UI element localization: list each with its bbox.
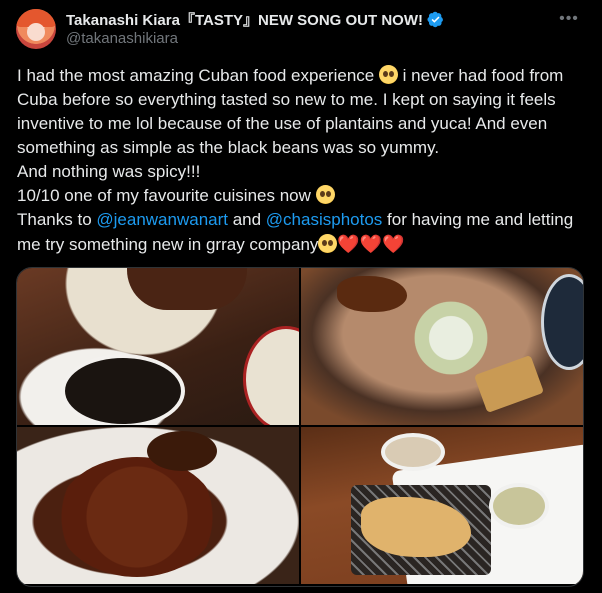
media-grid: [16, 267, 584, 587]
plantain-slice: [147, 431, 217, 471]
tweet-text-segment: Thanks to: [17, 210, 97, 229]
photo-braised-beef-with-plantains[interactable]: [17, 427, 299, 584]
tweet-text-segment: and: [227, 210, 266, 229]
dip-cup: [489, 483, 549, 529]
avatar-face: [27, 23, 45, 41]
tweet-line: Thanks to @jeanwanwanart and @chasisphot…: [17, 208, 587, 257]
black-beans-bowl: [61, 354, 185, 425]
tweet-text-segment: And nothing was spicy!!!: [17, 162, 201, 181]
red-heart-emoji-icon: ❤️: [337, 234, 360, 254]
photo-fried-empanadas-in-basket[interactable]: [301, 427, 583, 584]
side-dish-plate: [243, 326, 299, 425]
red-heart-emoji-icon: ❤️: [359, 234, 383, 254]
steak-shape: [127, 268, 247, 310]
author-name-row[interactable]: Takanashi Kiara『TASTY』NEW SONG OUT NOW!: [66, 9, 444, 30]
tweet-card[interactable]: Takanashi Kiara『TASTY』NEW SONG OUT NOW! …: [0, 0, 602, 593]
tweet-text: I had the most amazing Cuban food experi…: [17, 64, 587, 257]
tweet-text-segment: I had the most amazing Cuban food experi…: [17, 66, 379, 85]
author-display-name[interactable]: Takanashi Kiara『TASTY』NEW SONG OUT NOW!: [66, 9, 423, 30]
pleading-face-emoji-icon: [378, 65, 398, 84]
author-handle[interactable]: @takanashikiara: [66, 30, 178, 47]
mention-link[interactable]: @chasisphotos: [266, 210, 383, 229]
author-avatar[interactable]: [16, 9, 56, 49]
photo-steak-and-black-beans[interactable]: [17, 268, 299, 425]
pleading-face-emoji-icon: [318, 234, 338, 253]
onions-topping: [391, 298, 511, 378]
side-bowl: [541, 274, 583, 370]
sauce-cup: [381, 433, 445, 471]
red-heart-emoji-icon: ❤️: [382, 234, 405, 254]
tweet-line: I had the most amazing Cuban food experi…: [17, 64, 587, 160]
tweet-line: 10/10 one of my favourite cuisines now: [17, 184, 587, 208]
photo-ropa-vieja-with-onions[interactable]: [301, 268, 583, 425]
tweet-text-segment: 10/10 one of my favourite cuisines now: [17, 186, 316, 205]
verified-badge-icon[interactable]: [427, 11, 444, 28]
plantain-shape: [337, 276, 407, 312]
braised-beef-sauce: [57, 457, 217, 577]
mention-link[interactable]: @jeanwanwanart: [96, 210, 228, 229]
more-horizontal-icon[interactable]: •••: [556, 6, 582, 32]
pleading-face-emoji-icon: [315, 185, 335, 204]
tweet-line: And nothing was spicy!!!: [17, 160, 587, 184]
